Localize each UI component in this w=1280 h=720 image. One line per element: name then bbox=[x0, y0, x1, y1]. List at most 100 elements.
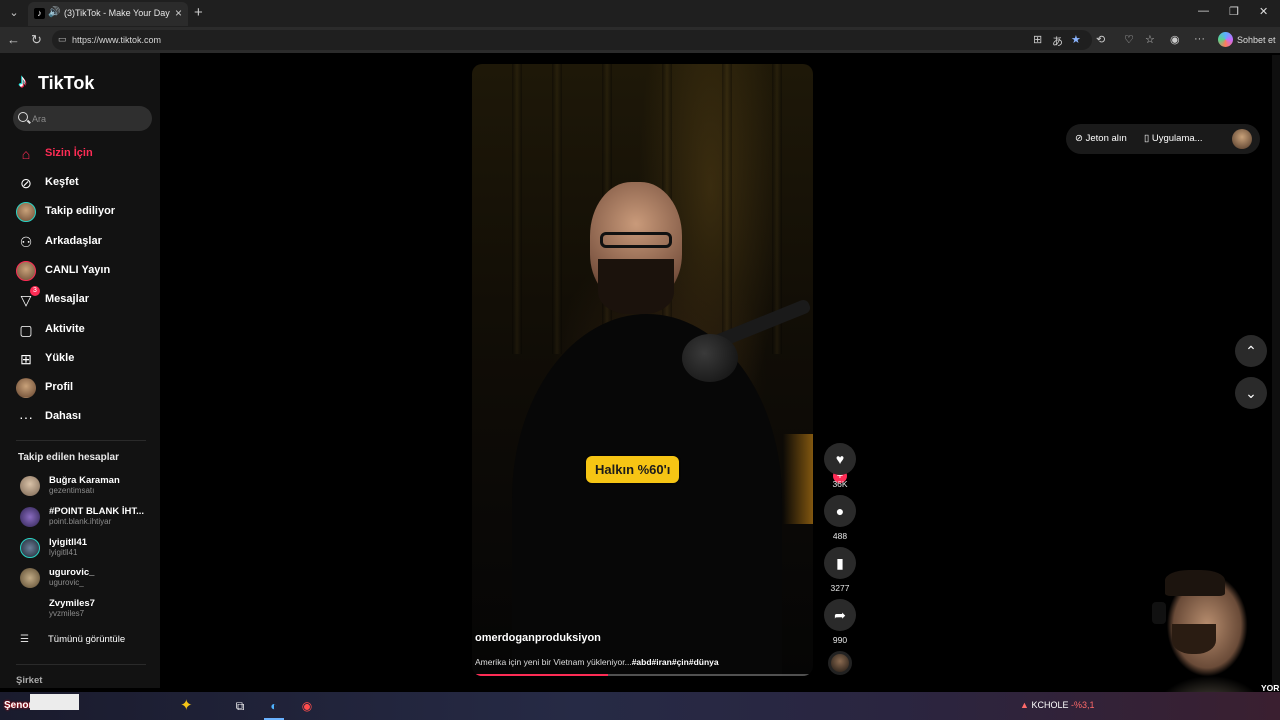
video-progress-bar[interactable] bbox=[472, 674, 813, 676]
followed-account[interactable]: Zvymiles7 yvzmiles7 bbox=[18, 596, 158, 622]
followed-account[interactable]: #POINT BLANK İHT... point.blank.ihtiyar bbox=[18, 504, 158, 530]
speaker-glasses bbox=[600, 232, 672, 248]
account-handle: yvzmiles7 bbox=[49, 609, 85, 618]
copilot-label[interactable]: Sohbet et bbox=[1237, 35, 1276, 45]
followed-account[interactable]: ugurovic_ ugurovic_ bbox=[18, 565, 158, 591]
comment-count: 488 bbox=[832, 531, 848, 541]
app-available-icon[interactable]: ⊞ bbox=[1033, 33, 1042, 46]
speaker-body bbox=[512, 314, 782, 676]
get-app-button[interactable]: ▯ Uygulama... bbox=[1144, 133, 1203, 144]
collections-icon[interactable]: ☆ bbox=[1145, 33, 1155, 46]
tab-title: (3)TikTok - Make Your Day bbox=[64, 8, 170, 18]
audio-playing-icon[interactable]: 🔊 bbox=[48, 7, 60, 18]
avatar bbox=[20, 599, 40, 619]
streamer-hair bbox=[1165, 570, 1225, 596]
tab-actions-icon[interactable]: ⌄ bbox=[4, 4, 24, 22]
browser-tab-bar: ⌄ ♪ 🔊 (3)TikTok - Make Your Day × + — ❐ … bbox=[0, 0, 1280, 27]
followed-account[interactable]: Buğra Karaman gezentimsatı bbox=[18, 473, 158, 499]
stock-change: -%3,1 bbox=[1070, 700, 1095, 710]
favorite-star-icon[interactable]: ★ bbox=[1071, 33, 1081, 46]
account-name: ugurovic_ bbox=[49, 567, 95, 578]
followed-account[interactable]: lyigitll41 lyigitll41 bbox=[18, 535, 158, 561]
stock-name: KCHOLE bbox=[1031, 700, 1069, 710]
comment-button[interactable]: ● bbox=[824, 495, 856, 527]
nav-explore[interactable]: ⊘ Keşfet bbox=[16, 170, 156, 196]
sidebar-divider bbox=[16, 664, 146, 665]
search-input[interactable] bbox=[32, 110, 142, 127]
share-button[interactable]: ➦ bbox=[824, 599, 856, 631]
video-player[interactable]: Halkın %60'ı omerdoganproduksiyon Amerik… bbox=[472, 64, 813, 676]
next-video-button[interactable]: ⌄ bbox=[1235, 377, 1267, 409]
tab-close-icon[interactable]: × bbox=[175, 6, 182, 20]
more-icon: ··· bbox=[19, 409, 33, 425]
hashtags[interactable]: #abd#iran#çin#dünya bbox=[632, 657, 719, 667]
sidebar-divider bbox=[16, 440, 146, 441]
video-author[interactable]: omerdoganproduksiyon bbox=[475, 632, 601, 644]
nav-label: CANLI Yayın bbox=[45, 264, 111, 276]
extensions-icon[interactable]: ⟲ bbox=[1096, 33, 1105, 46]
nav-label: Mesajlar bbox=[45, 293, 90, 305]
obs-icon[interactable]: ◉ bbox=[297, 697, 317, 715]
share-icon: ➦ bbox=[834, 607, 846, 623]
browser-tab[interactable]: ♪ 🔊 (3)TikTok - Make Your Day × bbox=[28, 2, 188, 26]
account-name: Buğra Karaman bbox=[49, 475, 120, 486]
settings-more-icon[interactable]: ··· bbox=[1194, 33, 1205, 45]
nav-following[interactable]: Takip ediliyor bbox=[16, 199, 156, 225]
stock-widget[interactable]: ▲ KCHOLE -%3,1 bbox=[1020, 700, 1094, 710]
restore-icon[interactable]: ❐ bbox=[1229, 5, 1239, 18]
background-curtain bbox=[552, 64, 562, 354]
search-box[interactable] bbox=[13, 106, 152, 131]
avatar bbox=[20, 538, 40, 558]
browser-essentials-icon[interactable]: ♡ bbox=[1124, 33, 1134, 46]
new-tab-button[interactable]: + bbox=[194, 4, 203, 22]
tiktok-favicon-icon: ♪ bbox=[34, 8, 45, 19]
like-button[interactable]: ♥ bbox=[824, 443, 856, 475]
get-coins-button[interactable]: ⊘ Jeton alın bbox=[1075, 133, 1127, 144]
see-all-following-button[interactable]: ☰ Tümünü görüntüle bbox=[20, 633, 160, 649]
previous-video-button[interactable]: ⌃ bbox=[1235, 335, 1267, 367]
close-window-icon[interactable]: ✕ bbox=[1259, 5, 1268, 18]
back-icon[interactable]: ← bbox=[7, 32, 20, 48]
nav-live[interactable]: CANLI Yayın bbox=[16, 258, 156, 284]
friends-icon: ⚇ bbox=[19, 234, 33, 250]
video-progress-fill bbox=[472, 674, 609, 676]
reload-icon[interactable]: ↻ bbox=[31, 32, 42, 48]
nav-more[interactable]: ··· Dahası bbox=[16, 404, 156, 430]
nav-activity[interactable]: ▢ Aktivite bbox=[16, 317, 156, 343]
avatar[interactable] bbox=[1232, 129, 1252, 149]
nav-label: Sizin İçin bbox=[45, 147, 93, 159]
taskbar-search[interactable] bbox=[30, 694, 79, 710]
nav-messages[interactable]: ▽ 3 Mesajlar bbox=[16, 286, 156, 313]
share-count: 990 bbox=[832, 635, 848, 645]
copilot-icon[interactable] bbox=[1218, 32, 1233, 47]
url-field[interactable]: ▭ https://www.tiktok.com bbox=[52, 30, 1092, 50]
save-button[interactable]: ▮ bbox=[824, 547, 856, 579]
site-info-icon[interactable]: ▭ bbox=[58, 34, 67, 45]
edge-browser-icon[interactable]: ◐ bbox=[264, 697, 284, 715]
url-text: https://www.tiktok.com bbox=[72, 35, 162, 45]
streamer-beard bbox=[1172, 624, 1216, 654]
translate-icon[interactable]: あ bbox=[1052, 33, 1063, 49]
speaker-beard bbox=[598, 259, 674, 314]
nav-label: Arkadaşlar bbox=[45, 235, 102, 247]
minimize-icon[interactable]: — bbox=[1198, 5, 1209, 17]
nav-label: Dahası bbox=[45, 410, 82, 422]
nav-friends[interactable]: ⚇ Arkadaşlar bbox=[16, 229, 156, 255]
nav-profile[interactable]: Profil bbox=[16, 375, 156, 401]
following-section-title: Takip edilen hesaplar bbox=[18, 452, 119, 463]
sparkle-icon[interactable]: ✦ bbox=[180, 696, 193, 714]
nav-upload[interactable]: ⊞ Yükle bbox=[16, 346, 156, 372]
description-text: Amerika için yeni bir Vietnam yükleniyor… bbox=[475, 657, 632, 667]
microphone bbox=[682, 334, 738, 382]
taskbar: Şenor ✦ ⧉ ◐ ◉ ▲ KCHOLE -%3,1 bbox=[0, 692, 1280, 720]
company-link[interactable]: Şirket bbox=[16, 675, 42, 686]
task-view-icon[interactable]: ⧉ bbox=[230, 697, 250, 715]
address-bar-row: ← ↻ ▭ https://www.tiktok.com ⊞ あ ★ ⟲ ♡ ☆… bbox=[0, 27, 1280, 53]
tiktok-page: ♪ TikTok ⌂ Sizin İçin ⊘ Keşfet Takip edi… bbox=[0, 53, 1280, 688]
profile-icon[interactable]: ◉ bbox=[1170, 33, 1180, 46]
coins-label: Jeton alın bbox=[1085, 133, 1127, 144]
like-count: 36K bbox=[832, 479, 848, 489]
nav-for-you[interactable]: ⌂ Sizin İçin bbox=[16, 141, 156, 167]
music-disc-icon[interactable] bbox=[828, 651, 852, 675]
bookmark-icon: ▮ bbox=[836, 555, 844, 571]
